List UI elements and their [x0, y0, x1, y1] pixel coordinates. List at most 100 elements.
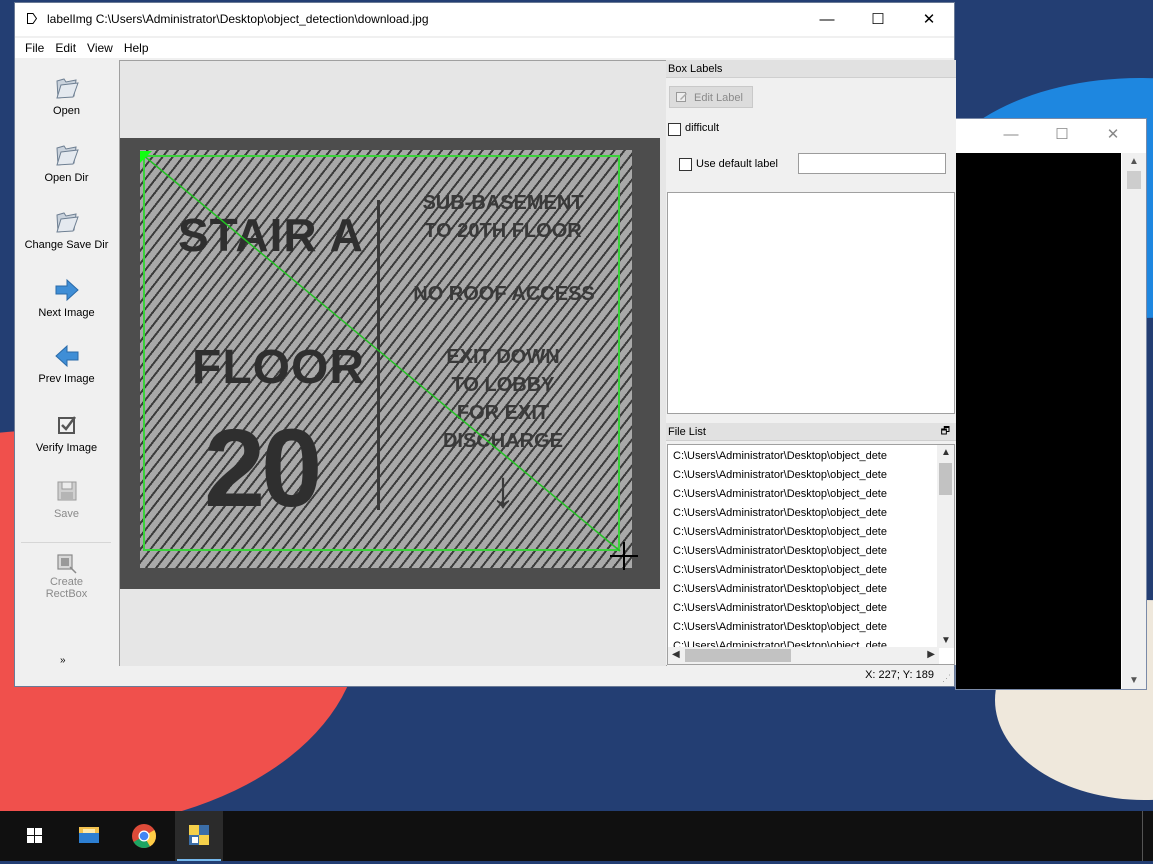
windows-start-icon — [27, 828, 42, 843]
difficult-label: difficult — [685, 122, 720, 134]
verify-image-button[interactable]: Verify Image — [15, 412, 118, 454]
python-app-button[interactable] — [175, 811, 223, 861]
create-rectbox-label-line2: RectBox — [45, 588, 88, 600]
float-dock-icon[interactable]: 🗗 — [941, 423, 950, 441]
prev-image-label: Prev Image — [38, 373, 95, 385]
file-list-item[interactable]: C:\Users\Administrator\Desktop\object_de… — [673, 580, 935, 599]
file-list-item[interactable]: C:\Users\Administrator\Desktop\object_de… — [673, 542, 935, 561]
python-icon — [189, 825, 209, 845]
folder-open-icon — [55, 145, 79, 166]
background-terminal-window[interactable]: — ☐ ✕ ▲ ▼ — [955, 118, 1147, 690]
toolbar-more-chevron-icon[interactable]: » — [60, 655, 66, 666]
menu-file[interactable]: File — [15, 38, 50, 55]
terminal-close-button[interactable]: ✕ — [1098, 125, 1128, 145]
menu-view[interactable]: View — [82, 38, 119, 55]
terminal-titlebar[interactable]: — ☐ ✕ — [956, 119, 1146, 151]
file-list-item[interactable]: C:\Users\Administrator\Desktop\object_de… — [673, 637, 935, 647]
windows-start-button[interactable] — [10, 811, 58, 861]
chrome-button[interactable] — [120, 811, 168, 861]
folder-open-icon — [55, 212, 79, 233]
prev-image-button[interactable]: Prev Image — [15, 343, 118, 385]
open-button[interactable]: Open — [15, 75, 118, 117]
file-list-title: File List 🗗 — [666, 423, 956, 441]
terminal-maximize-button[interactable]: ☐ — [1047, 125, 1077, 145]
file-list-item[interactable]: C:\Users\Administrator\Desktop\object_de… — [673, 523, 935, 542]
file-explorer-icon — [79, 827, 99, 843]
scroll-down-icon[interactable]: ▼ — [1122, 675, 1146, 686]
arrow-right-icon — [55, 278, 79, 302]
file-list-hscroll-thumb[interactable] — [685, 649, 791, 662]
open-label: Open — [53, 105, 80, 117]
status-bar: X: 227; Y: 189 ⋰ — [15, 666, 954, 686]
labelimg-window: labelImg C:\Users\Administrator\Desktop\… — [14, 2, 956, 687]
image-view[interactable]: STAIR A FLOOR 20 SUB-BASEMENT TO 20TH FL… — [120, 138, 660, 589]
edit-label-text: Edit Label — [694, 92, 743, 104]
create-rectbox-button[interactable]: Create RectBox — [15, 551, 118, 600]
next-image-label: Next Image — [38, 307, 95, 319]
app-icon — [27, 13, 37, 24]
terminal-minimize-button[interactable]: — — [996, 125, 1026, 145]
menu-edit[interactable]: Edit — [50, 38, 82, 55]
next-image-button[interactable]: Next Image — [15, 277, 118, 319]
file-list-item[interactable]: C:\Users\Administrator\Desktop\object_de… — [673, 466, 935, 485]
file-list-item[interactable]: C:\Users\Administrator\Desktop\object_de… — [673, 447, 935, 466]
bbox-corner-handle[interactable] — [140, 151, 152, 163]
right-dock: Box Labels Edit Label difficult Use defa… — [666, 60, 956, 665]
window-title: labelImg C:\Users\Administrator\Desktop\… — [47, 12, 429, 26]
file-list-item[interactable]: C:\Users\Administrator\Desktop\object_de… — [673, 599, 935, 618]
floppy-disk-icon — [57, 481, 76, 501]
minimize-button[interactable]: — — [805, 7, 849, 33]
taskbar — [0, 811, 1153, 861]
resize-grip-icon[interactable]: ⋰ — [942, 673, 951, 684]
cursor-coordinates: X: 227; Y: 189 — [865, 669, 934, 681]
default-label-input[interactable] — [798, 153, 946, 174]
file-list-item[interactable]: C:\Users\Administrator\Desktop\object_de… — [673, 561, 935, 580]
scroll-up-icon[interactable]: ▲ — [1122, 156, 1146, 167]
box-labels-title: Box Labels — [666, 60, 956, 78]
arrow-left-icon — [54, 344, 78, 368]
chrome-icon — [132, 824, 156, 849]
folder-open-icon — [55, 78, 79, 99]
file-list-scroll-thumb[interactable] — [939, 463, 952, 495]
change-save-dir-button[interactable]: Change Save Dir — [15, 209, 118, 251]
create-rect-icon — [56, 554, 77, 574]
title-bar[interactable]: labelImg C:\Users\Administrator\Desktop\… — [15, 3, 954, 36]
menu-bar: File Edit View Help — [15, 38, 954, 58]
verify-image-label: Verify Image — [35, 442, 98, 454]
scroll-down-icon[interactable]: ▼ — [941, 635, 951, 646]
scroll-up-icon[interactable]: ▲ — [941, 447, 951, 458]
scroll-left-icon[interactable]: ◀ — [672, 649, 680, 660]
use-default-label-checkbox[interactable] — [679, 158, 692, 171]
left-toolbar: Open Open Dir Change Save Dir Next Image — [15, 59, 118, 666]
scroll-right-icon[interactable]: ▶ — [927, 649, 935, 660]
bounding-box-drawing-line — [142, 154, 621, 552]
file-list-horizontal-scrollbar[interactable]: ◀ ▶ — [668, 647, 939, 664]
file-list[interactable]: C:\Users\Administrator\Desktop\object_de… — [667, 444, 955, 665]
menu-help[interactable]: Help — [119, 38, 155, 55]
use-default-label-text: Use default label — [696, 158, 778, 170]
open-dir-label: Open Dir — [44, 172, 89, 184]
save-button[interactable]: Save — [15, 478, 118, 520]
edit-pencil-icon — [676, 92, 687, 102]
checkbox-verify-icon — [57, 416, 76, 434]
terminal-body[interactable] — [956, 153, 1121, 689]
file-list-item[interactable]: C:\Users\Administrator\Desktop\object_de… — [673, 485, 935, 504]
show-desktop-divider[interactable] — [1142, 811, 1143, 861]
file-explorer-button[interactable] — [65, 811, 113, 861]
toolbar-separator — [21, 542, 111, 543]
create-rectbox-label: Create — [49, 576, 84, 588]
terminal-scroll-thumb[interactable] — [1127, 171, 1141, 189]
terminal-scrollbar[interactable]: ▲ ▼ — [1122, 153, 1146, 689]
change-save-dir-label: Change Save Dir — [24, 239, 109, 251]
file-list-vertical-scrollbar[interactable]: ▲ ▼ — [937, 445, 954, 648]
crosshair-cursor-icon — [610, 542, 638, 570]
open-dir-button[interactable]: Open Dir — [15, 142, 118, 184]
file-list-item[interactable]: C:\Users\Administrator\Desktop\object_de… — [673, 504, 935, 523]
label-list[interactable] — [667, 192, 955, 414]
close-button[interactable]: ✕ — [907, 7, 951, 33]
file-list-item[interactable]: C:\Users\Administrator\Desktop\object_de… — [673, 618, 935, 637]
edit-label-button[interactable]: Edit Label — [669, 86, 753, 108]
save-label: Save — [53, 508, 80, 520]
maximize-button[interactable]: ☐ — [856, 7, 900, 33]
difficult-checkbox[interactable] — [668, 123, 681, 136]
